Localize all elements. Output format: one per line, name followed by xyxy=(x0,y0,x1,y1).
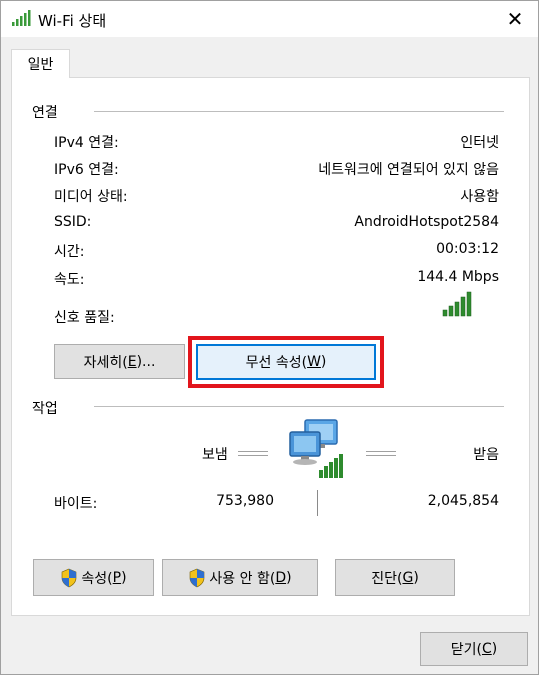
details-button[interactable]: 자세히(E)... xyxy=(54,344,185,379)
signal-strength-icon xyxy=(442,291,472,317)
window-title: Wi-Fi 상태 xyxy=(38,12,107,30)
duration-label: 시간: xyxy=(54,244,85,260)
received-line xyxy=(366,451,396,456)
disable-button[interactable]: 사용 안 함(D) xyxy=(162,559,318,596)
activity-divider xyxy=(94,406,504,407)
disable-suffix: ) xyxy=(286,569,292,586)
wireless-properties-suffix: ) xyxy=(320,354,327,370)
connection-group-title: 연결 xyxy=(32,105,58,121)
speed-value: 144.4 Mbps xyxy=(417,269,499,285)
diagnose-button[interactable]: 진단(G) xyxy=(335,559,455,596)
general-panel: 연결 IPv4 연결: 인터넷 IPv6 연결: 네트워크에 연결되어 있지 않… xyxy=(11,77,530,616)
wireless-properties-button[interactable]: 무선 속성(W) xyxy=(196,344,376,380)
ssid-value: AndroidHotspot2584 xyxy=(354,214,499,230)
sent-label: 보냄 xyxy=(202,447,228,463)
diagnose-suffix: ) xyxy=(413,569,419,586)
ipv4-label: IPv4 연결: xyxy=(54,135,119,151)
wireless-properties-mnemonic: W xyxy=(307,354,321,370)
diagnose-mnemonic: G xyxy=(402,569,414,586)
bytes-sent-value: 753,980 xyxy=(216,493,274,509)
title-bar: Wi-Fi 상태 ✕ xyxy=(1,1,538,37)
ipv4-value: 인터넷 xyxy=(460,135,499,151)
ipv6-value: 네트워크에 연결되어 있지 않음 xyxy=(318,162,499,178)
media-state-label: 미디어 상태: xyxy=(54,189,128,205)
disable-mnemonic: D xyxy=(275,569,287,586)
close-icon: ✕ xyxy=(506,7,524,31)
media-state-value: 사용함 xyxy=(460,189,499,205)
close-suffix: ) xyxy=(491,641,498,657)
uac-shield-icon xyxy=(62,568,77,587)
speed-label: 속도: xyxy=(54,272,85,288)
diagnose-text: 진단( xyxy=(371,570,403,587)
ipv6-label: IPv6 연결: xyxy=(54,162,119,178)
properties-suffix: ) xyxy=(121,569,127,586)
disable-text: 사용 안 함( xyxy=(209,570,276,587)
close-mnemonic: C xyxy=(481,641,492,657)
uac-shield-icon xyxy=(190,568,205,587)
activity-group-title: 작업 xyxy=(32,401,58,417)
connection-divider xyxy=(94,111,504,112)
properties-text: 속성( xyxy=(81,570,113,587)
details-button-text: 자세히( xyxy=(83,354,128,371)
bytes-label: 바이트: xyxy=(54,496,98,512)
close-window-button[interactable]: ✕ xyxy=(492,1,538,37)
close-button[interactable]: 닫기(C) xyxy=(420,632,528,666)
duration-value: 00:03:12 xyxy=(436,241,499,257)
details-button-suffix: )... xyxy=(136,353,156,370)
bytes-separator xyxy=(317,490,318,516)
ssid-label: SSID: xyxy=(54,214,92,230)
tab-general-label: 일반 xyxy=(27,57,54,73)
details-button-mnemonic: E xyxy=(127,353,137,370)
sent-line xyxy=(238,451,268,456)
properties-mnemonic: P xyxy=(112,569,122,586)
tab-general[interactable]: 일반 xyxy=(11,49,70,78)
close-text: 닫기( xyxy=(450,642,482,658)
properties-button[interactable]: 속성(P) xyxy=(33,559,154,596)
signal-quality-label: 신호 품질: xyxy=(54,310,115,326)
wireless-properties-text: 무선 속성( xyxy=(245,355,308,371)
wifi-signal-icon xyxy=(12,10,31,26)
received-label: 받음 xyxy=(473,447,499,463)
network-computers-icon xyxy=(289,419,343,478)
wifi-status-dialog: Wi-Fi 상태 ✕ 일반 연결 IPv4 연결: 인터넷 IPv6 연결: 네… xyxy=(0,0,539,675)
bytes-received-value: 2,045,854 xyxy=(427,493,499,509)
